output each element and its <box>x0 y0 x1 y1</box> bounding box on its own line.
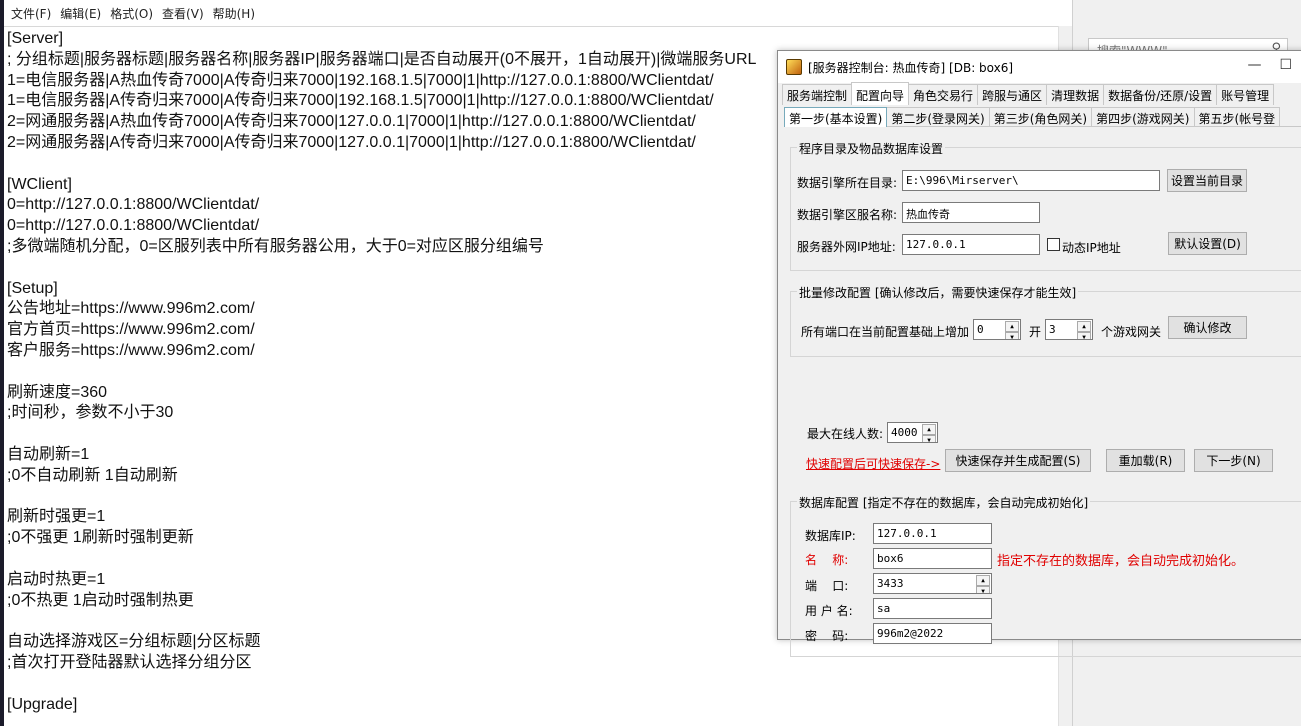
confirm-modify-button[interactable]: 确认修改 <box>1168 316 1247 339</box>
text-line <box>7 674 1058 695</box>
tab-role-trade[interactable]: 角色交易行 <box>908 84 979 105</box>
set-dir-button[interactable]: 设置当前目录 <box>1167 169 1247 192</box>
text-line: [Server] <box>7 30 64 47</box>
menu-file[interactable]: 文件(F) <box>8 5 57 26</box>
server-name-label: 数据引擎区服名称: <box>797 208 898 222</box>
step1-panel: 程序目录及物品数据库设置 数据引擎所在目录: E:\996\Mirserver\… <box>784 126 1301 657</box>
tab-cross-server[interactable]: 跨服与通区 <box>977 84 1048 105</box>
menu-edit[interactable]: 编辑(E) <box>57 5 107 26</box>
menu-view[interactable]: 查看(V) <box>159 5 210 26</box>
db-name-hint: 指定不存在的数据库，会自动完成初始化。 <box>997 554 1245 569</box>
engine-dir-label: 数据引擎所在目录: <box>797 176 898 190</box>
batch-modify-group: 批量修改配置 [确认修改后，需要快速保存才能生效] 所有端口在当前配置基础上增加… <box>790 284 1301 357</box>
open-label: 开 <box>1029 325 1042 339</box>
program-dir-group: 程序目录及物品数据库设置 数据引擎所在目录: E:\996\Mirserver\… <box>790 140 1301 271</box>
external-ip-label: 服务器外网IP地址: <box>797 240 896 254</box>
tab-backup-restore[interactable]: 数据备份/还原/设置 <box>1103 84 1218 105</box>
quick-save-link[interactable]: 快速配置后可快速保存-> <box>806 455 940 472</box>
db-name-input[interactable]: box6 <box>873 548 992 569</box>
gateway-suffix-label: 个游戏网关 <box>1101 325 1162 339</box>
db-ip-input[interactable]: 127.0.0.1 <box>873 523 992 544</box>
engine-dir-input[interactable]: E:\996\Mirserver\ <box>902 170 1160 191</box>
tab-step2[interactable]: 第二步(登录网关) <box>886 107 990 127</box>
gateway-count-spinner[interactable]: ▲ ▼ <box>1077 321 1091 339</box>
dynamic-ip-label: 动态IP地址 <box>1062 241 1121 255</box>
tab-config-wizard[interactable]: 配置向导 <box>851 82 910 105</box>
text-line: [Upgrade] <box>7 695 78 713</box>
app-icon <box>786 59 802 75</box>
max-online-spinner[interactable]: ▲ ▼ <box>922 424 936 442</box>
tab-step5[interactable]: 第五步(帐号登 <box>1193 107 1281 127</box>
sub-tabs: 第一步(基本设置) 第二步(登录网关) 第三步(角色网关) 第四步(游戏网关) … <box>784 107 1281 127</box>
main-tabs: 服务端控制 配置向导 角色交易行 跨服与通区 清理数据 数据备份/还原/设置 账… <box>782 82 1275 105</box>
db-password-input[interactable]: 996m2@2022 <box>873 623 992 644</box>
tab-step4[interactable]: 第四步(游戏网关) <box>1091 107 1195 127</box>
default-settings-button[interactable]: 默认设置(D) <box>1168 232 1247 255</box>
database-config-group: 数据库配置 [指定不存在的数据库，会自动完成初始化] 数据库IP: 127.0.… <box>790 494 1301 657</box>
db-ip-label: 数据库IP: <box>805 529 856 543</box>
db-port-value: 3433 <box>877 577 904 590</box>
tab-step1[interactable]: 第一步(基本设置) <box>784 107 888 127</box>
reload-button[interactable]: 重加载(R) <box>1106 449 1185 472</box>
db-port-label: 端 口: <box>805 579 849 593</box>
port-increase-input[interactable]: 0 ▲ ▼ <box>973 319 1021 340</box>
menu-bar: 文件(F) 编辑(E) 格式(O) 查看(V) 帮助(H) <box>4 0 1072 26</box>
tab-clean-data[interactable]: 清理数据 <box>1046 84 1105 105</box>
max-online-value: 4000 <box>891 426 918 439</box>
batch-modify-group-title: 批量修改配置 [确认修改后，需要快速保存才能生效] <box>797 284 1079 301</box>
max-online-input[interactable]: 4000 ▲ ▼ <box>887 422 938 443</box>
db-port-spinner[interactable]: ▲ ▼ <box>976 575 990 593</box>
quick-save-button[interactable]: 快速保存并生成配置(S) <box>945 449 1091 472</box>
dynamic-ip-checkbox[interactable] <box>1047 238 1060 251</box>
desktop: 搜索"WWW" ⚲ 文件(F) 编辑(E) 格式(O) 查看(V) 帮助(H) … <box>0 0 1301 726</box>
server-console-dialog: [服务器控制台: 热血传奇] [DB: box6] — ☐ 服务端控制 配置向导… <box>777 50 1301 657</box>
tab-step3[interactable]: 第三步(角色网关) <box>988 107 1093 127</box>
external-ip-input[interactable]: 127.0.0.1 <box>902 234 1040 255</box>
dialog-title: [服务器控制台: 热血传奇] [DB: box6] <box>808 60 1014 75</box>
program-dir-group-title: 程序目录及物品数据库设置 <box>797 140 946 157</box>
minimize-button[interactable]: — <box>1247 57 1261 73</box>
db-name-label: 名 称: <box>805 553 849 567</box>
menu-format[interactable]: 格式(O) <box>107 5 159 26</box>
max-online-label: 最大在线人数: <box>807 427 884 441</box>
next-step-button[interactable]: 下一步(N) <box>1194 449 1273 472</box>
db-port-input[interactable]: 3433 ▲ ▼ <box>873 573 992 594</box>
dialog-title-bar[interactable]: [服务器控制台: 热血传奇] [DB: box6] — ☐ <box>778 51 1301 83</box>
tab-account-manage[interactable]: 账号管理 <box>1216 84 1275 105</box>
port-increase-label: 所有端口在当前配置基础上增加 <box>801 325 970 339</box>
maximize-button[interactable]: ☐ <box>1279 57 1292 73</box>
server-name-input[interactable]: 热血传奇 <box>902 202 1040 223</box>
db-password-label: 密 码: <box>805 629 849 643</box>
port-increase-value: 0 <box>977 323 984 336</box>
gateway-count-input[interactable]: 3 ▲ ▼ <box>1045 319 1093 340</box>
gateway-count-value: 3 <box>1049 323 1056 336</box>
db-user-label: 用 户 名: <box>805 604 853 618</box>
menu-help[interactable]: 帮助(H) <box>210 5 261 26</box>
port-increase-spinner[interactable]: ▲ ▼ <box>1005 321 1019 339</box>
db-user-input[interactable]: sa <box>873 598 992 619</box>
database-config-group-title: 数据库配置 [指定不存在的数据库，会自动完成初始化] <box>797 494 1091 511</box>
tab-server-control[interactable]: 服务端控制 <box>782 84 853 105</box>
